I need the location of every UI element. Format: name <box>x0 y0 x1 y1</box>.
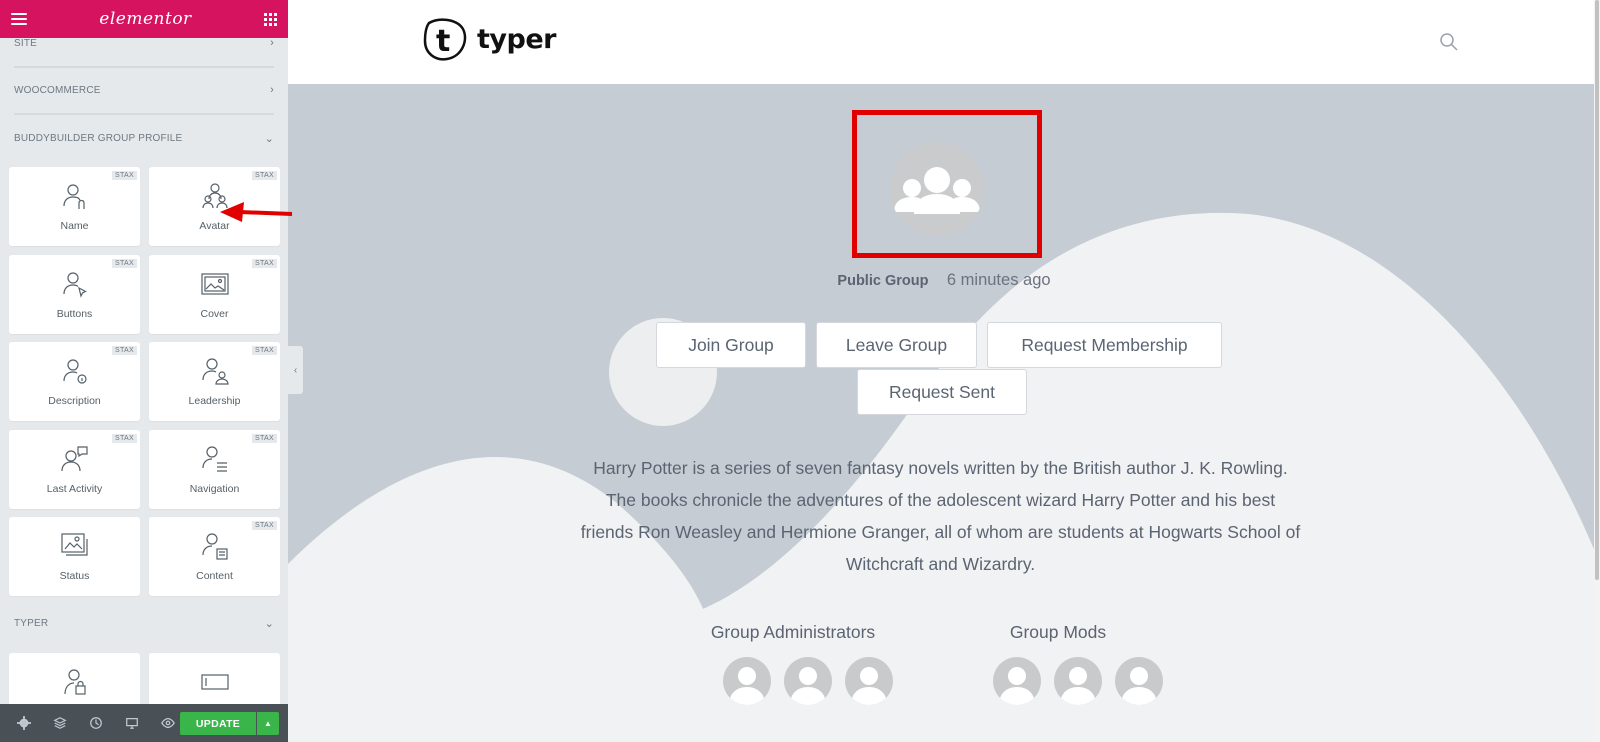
update-options-arrow-icon[interactable]: ▲ <box>257 712 279 735</box>
pro-badge: STAX <box>252 521 277 530</box>
pro-badge: STAX <box>252 346 277 355</box>
collapse-panel-button[interactable]: ‹ <box>288 346 303 394</box>
images-icon <box>60 531 90 561</box>
pro-badge: STAX <box>252 434 277 443</box>
pro-badge: STAX <box>112 434 137 443</box>
user-silhouette-icon <box>1121 667 1157 705</box>
scrollbar-thumb[interactable] <box>1595 0 1599 580</box>
category-label: SITE <box>14 37 38 49</box>
widget-description[interactable]: STAX Description <box>9 342 140 421</box>
user-silhouette-icon <box>729 667 765 705</box>
user-list-icon <box>200 444 230 474</box>
widget-status[interactable]: STAX Status <box>9 517 140 596</box>
user-info-icon <box>60 356 90 386</box>
user-silhouette-icon <box>1060 667 1096 705</box>
widgets-grid-icon[interactable] <box>263 12 277 26</box>
admin-avatar[interactable] <box>723 657 771 705</box>
chevron-right-icon: › <box>270 84 274 96</box>
request-sent-button[interactable]: Request Sent <box>857 369 1027 415</box>
typer-logo-icon: t <box>423 18 467 61</box>
elementor-logo: elementor <box>99 9 192 29</box>
widget-label: Last Activity <box>46 483 103 495</box>
chevron-right-icon: › <box>270 37 274 49</box>
divider <box>14 66 274 68</box>
page-scrollbar[interactable] <box>1594 0 1600 742</box>
category-woocommerce[interactable]: WOOCOMMERCE › <box>14 80 274 100</box>
widget-label: Leadership <box>188 395 241 407</box>
user-cursor-icon <box>60 269 90 299</box>
elementor-footer: UPDATE ▲ <box>0 704 288 742</box>
menu-icon[interactable] <box>11 13 27 25</box>
chevron-down-icon: ⌄ <box>264 132 274 145</box>
admin-avatar[interactable] <box>784 657 832 705</box>
group-mods-title: Group Mods <box>1009 622 1107 642</box>
group-administrators-title: Group Administrators <box>710 622 876 642</box>
user-n-icon <box>60 181 90 211</box>
update-button[interactable]: UPDATE <box>180 712 256 735</box>
widget-last-activity[interactable]: STAX Last Activity <box>9 430 140 509</box>
user-chat-icon <box>60 444 90 474</box>
search-icon[interactable] <box>1439 32 1459 52</box>
settings-icon[interactable] <box>6 704 42 742</box>
group-meta: Public Group 6 minutes ago <box>288 271 1600 290</box>
category-label: TYPER <box>14 617 49 629</box>
widget-label: Buttons <box>56 308 93 320</box>
image-frame-icon <box>200 269 230 299</box>
user-silhouette-icon <box>790 667 826 705</box>
widget-cover[interactable]: STAX Cover <box>149 255 280 334</box>
pro-badge: STAX <box>252 259 277 268</box>
site-name: typer <box>477 23 556 55</box>
mod-avatar[interactable] <box>993 657 1041 705</box>
user-silhouette-icon <box>851 667 887 705</box>
widget-name[interactable]: STAX Name <box>9 167 140 246</box>
user-pair-icon <box>200 356 230 386</box>
svg-text:t: t <box>436 24 450 59</box>
widget-label: Content <box>196 570 233 582</box>
page-preview: t typer Public Group 6 minutes ago Join … <box>288 0 1600 742</box>
elementor-header: elementor <box>0 0 288 38</box>
category-typer[interactable]: TYPER ⌄ <box>14 613 274 633</box>
pro-badge: STAX <box>112 346 137 355</box>
elementor-panel: elementor SITE › WOOCOMMERCE › BUDDYBUIL… <box>0 0 288 742</box>
leave-group-button[interactable]: Leave Group <box>816 322 977 368</box>
user-content-icon <box>200 531 230 561</box>
user-silhouette-icon <box>999 667 1035 705</box>
group-description: Harry Potter is a series of seven fantas… <box>580 458 1301 574</box>
widget-label: Description <box>48 395 101 407</box>
pro-badge: STAX <box>112 259 137 268</box>
group-last-active: 6 minutes ago <box>946 271 1051 289</box>
users-icon <box>200 181 230 211</box>
widget-label: Status <box>59 570 90 582</box>
pro-badge: STAX <box>252 171 277 180</box>
user-lock-icon <box>60 667 90 697</box>
join-group-button[interactable]: Join Group <box>656 322 806 368</box>
history-icon[interactable] <box>78 704 114 742</box>
group-type: Public Group <box>837 273 929 289</box>
category-label: WOOCOMMERCE <box>14 84 101 96</box>
pro-badge: STAX <box>112 171 137 180</box>
site-logo[interactable]: t typer <box>421 15 556 63</box>
widget-leadership[interactable]: STAX Leadership <box>149 342 280 421</box>
highlight-box <box>852 110 1042 258</box>
mod-avatar[interactable] <box>1054 657 1102 705</box>
widget-navigation[interactable]: STAX Navigation <box>149 430 280 509</box>
widget-label: Navigation <box>189 483 240 495</box>
category-buddybuilder-group-profile[interactable]: BUDDYBUILDER GROUP PROFILE ⌄ <box>14 128 274 148</box>
admin-avatar[interactable] <box>845 657 893 705</box>
input-box-icon <box>200 667 230 697</box>
layers-icon[interactable] <box>42 704 78 742</box>
site-header: t typer <box>288 0 1600 84</box>
mod-avatar[interactable] <box>1115 657 1163 705</box>
category-label: BUDDYBUILDER GROUP PROFILE <box>14 132 183 144</box>
divider <box>14 113 274 115</box>
widget-label: Avatar <box>199 220 230 232</box>
request-membership-button[interactable]: Request Membership <box>987 322 1222 368</box>
widget-label: Cover <box>200 308 229 320</box>
chevron-down-icon: ⌄ <box>264 617 274 630</box>
responsive-icon[interactable] <box>114 704 150 742</box>
widget-content[interactable]: STAX Content <box>149 517 280 596</box>
widget-label: Name <box>60 220 89 232</box>
widget-avatar[interactable]: STAX Avatar <box>149 167 280 246</box>
widget-buttons[interactable]: STAX Buttons <box>9 255 140 334</box>
